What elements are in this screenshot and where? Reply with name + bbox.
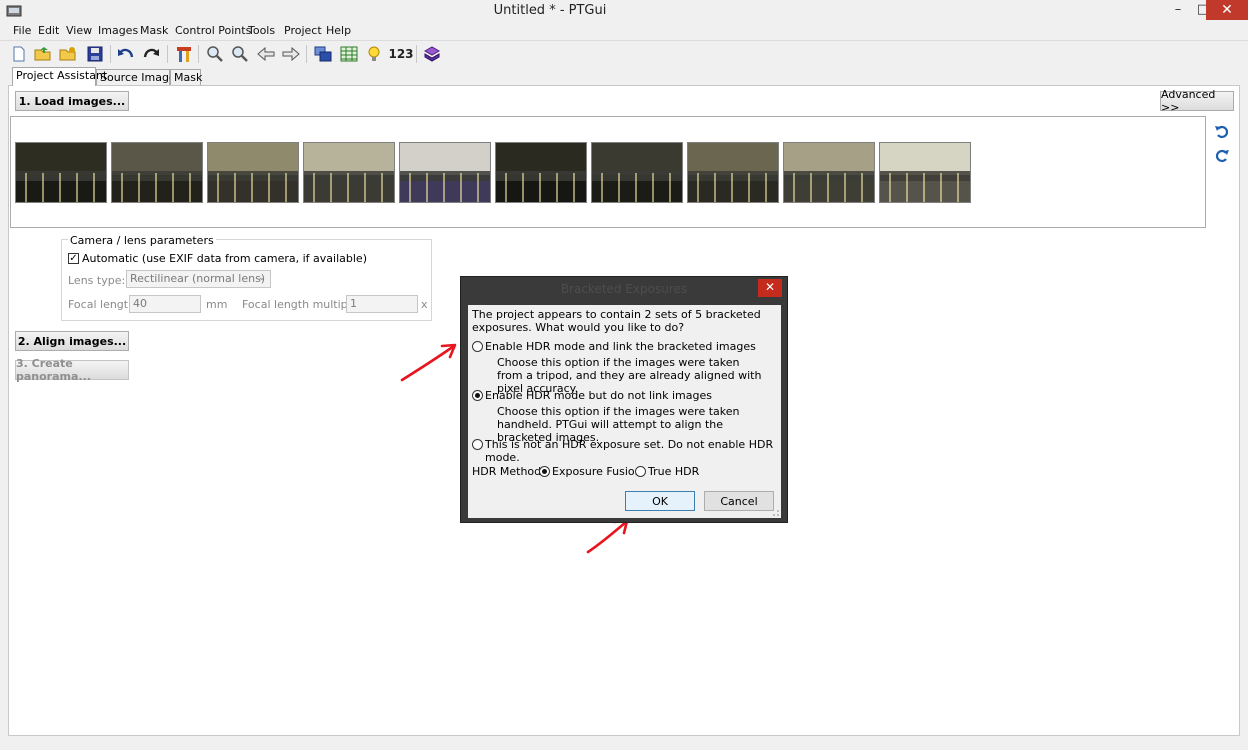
menu-view[interactable]: View	[66, 24, 92, 37]
camera-lens-group-title: Camera / lens parameters	[68, 234, 216, 247]
focal-length-input[interactable]: 40	[129, 295, 201, 313]
focal-length-multiplier-input[interactable]: 1	[346, 295, 418, 313]
option-not-hdr-radio[interactable]	[472, 439, 483, 450]
title-bar: Untitled * - PTGui – □ ✕	[0, 0, 1248, 22]
minimize-button[interactable]: –	[1165, 0, 1191, 20]
dialog-close-button[interactable]: ✕	[758, 279, 782, 297]
next-icon[interactable]	[280, 44, 302, 64]
thumbnail-image[interactable]	[495, 142, 587, 203]
automatic-exif-label: Automatic (use EXIF data from camera, if…	[82, 252, 367, 265]
close-window-button[interactable]: ✕	[1206, 0, 1248, 20]
menu-help[interactable]: Help	[326, 24, 351, 37]
focal-length-unit: mm	[206, 298, 228, 311]
menu-mask[interactable]: Mask	[140, 24, 168, 37]
redo-icon[interactable]	[140, 44, 162, 64]
numbers-icon[interactable]: 123	[388, 44, 414, 64]
previous-icon[interactable]	[255, 44, 277, 64]
toolbar-separator	[306, 45, 307, 63]
resize-grip-icon[interactable]	[772, 509, 780, 517]
tips-icon[interactable]	[363, 44, 385, 64]
thumbnail-image[interactable]	[303, 142, 395, 203]
tab-mask[interactable]: Mask	[170, 69, 202, 85]
thumbnail-image[interactable]	[111, 142, 203, 203]
cancel-button[interactable]: Cancel	[704, 491, 774, 511]
thumbnail-image[interactable]	[207, 142, 299, 203]
dialog-title: Bracketed Exposures	[560, 282, 688, 296]
exposure-fusion-label[interactable]: Exposure Fusion	[552, 465, 642, 478]
thumbnail-image[interactable]	[399, 142, 491, 203]
menu-project[interactable]: Project	[284, 24, 322, 37]
align-images-button[interactable]: 2. Align images...	[15, 331, 129, 351]
zoom-in-icon[interactable]	[204, 44, 226, 64]
thumbnail-image[interactable]	[687, 142, 779, 203]
tab-source-images[interactable]: Source Images	[96, 69, 181, 85]
menu-tools[interactable]: Tools	[248, 24, 275, 37]
bracketed-exposures-dialog: Bracketed Exposures ✕ The project appear…	[460, 276, 788, 523]
option-no-link-radio[interactable]	[472, 390, 483, 401]
thumbnail-image[interactable]	[15, 142, 107, 203]
menu-images[interactable]: Images	[98, 24, 138, 37]
rotate-left-icon[interactable]	[1214, 124, 1230, 140]
focal-length-multiplier-unit: x	[421, 298, 428, 311]
exposure-fusion-radio[interactable]	[539, 466, 550, 477]
lens-type-label: Lens type:	[68, 274, 126, 287]
advanced-button[interactable]: Advanced >>	[1160, 88, 1234, 114]
menu-edit[interactable]: Edit	[38, 24, 59, 37]
dialog-question: The project appears to contain 2 sets of…	[472, 308, 761, 334]
status-bar	[0, 736, 1248, 750]
tab-project-assistant[interactable]: Project Assistant	[12, 67, 107, 86]
thumbnail-image[interactable]	[879, 142, 971, 203]
toolbar-separator	[416, 45, 417, 63]
toolbar: 123	[0, 40, 1248, 66]
option-not-hdr-label[interactable]: This is not an HDR exposure set. Do not …	[485, 438, 781, 464]
toolbar-separator	[110, 45, 111, 63]
chevron-down-icon: ⌄	[257, 272, 266, 283]
window-title: Untitled * - PTGui	[493, 3, 607, 18]
batch-icon[interactable]	[421, 44, 443, 64]
option-link-bracketed-radio[interactable]	[472, 341, 483, 352]
menu-control-points[interactable]: Control Points	[175, 24, 251, 37]
option-link-bracketed-label[interactable]: Enable HDR mode and link the bracketed i…	[485, 340, 756, 353]
toolbar-separator	[198, 45, 199, 63]
option-no-link-label[interactable]: Enable HDR mode but do not link images	[485, 389, 712, 402]
annotation-arrow-icon	[400, 343, 457, 382]
automatic-exif-checkbox[interactable]: ✓	[68, 253, 79, 264]
true-hdr-label[interactable]: True HDR	[648, 465, 699, 478]
menu-bar: File Edit View Images Mask Control Point…	[0, 22, 1248, 40]
lens-type-select[interactable]: Rectilinear (normal lens) ⌄	[126, 270, 271, 288]
tools-icon[interactable]	[173, 44, 195, 64]
open-icon[interactable]	[32, 44, 54, 64]
undo-icon[interactable]	[115, 44, 137, 64]
panorama-editor-icon[interactable]	[312, 44, 334, 64]
rotate-right-icon[interactable]	[1214, 148, 1230, 164]
hdr-method-label: HDR Method:	[472, 465, 545, 478]
open-recent-icon[interactable]	[57, 44, 79, 64]
new-icon[interactable]	[8, 44, 30, 64]
toolbar-separator	[167, 45, 168, 63]
true-hdr-radio[interactable]	[635, 466, 646, 477]
menu-file[interactable]: File	[13, 24, 31, 37]
zoom-out-icon[interactable]	[229, 44, 251, 64]
save-icon[interactable]	[84, 44, 106, 64]
load-images-button[interactable]: 1. Load images...	[15, 91, 129, 111]
create-panorama-button[interactable]: 3. Create panorama...	[15, 357, 129, 383]
thumbnail-image[interactable]	[591, 142, 683, 203]
ok-button[interactable]: OK	[625, 491, 695, 511]
control-points-table-icon[interactable]	[338, 44, 360, 64]
thumbnail-image[interactable]	[783, 142, 875, 203]
lens-type-value: Rectilinear (normal lens)	[130, 272, 266, 285]
dialog-body: The project appears to contain 2 sets of…	[468, 305, 781, 518]
